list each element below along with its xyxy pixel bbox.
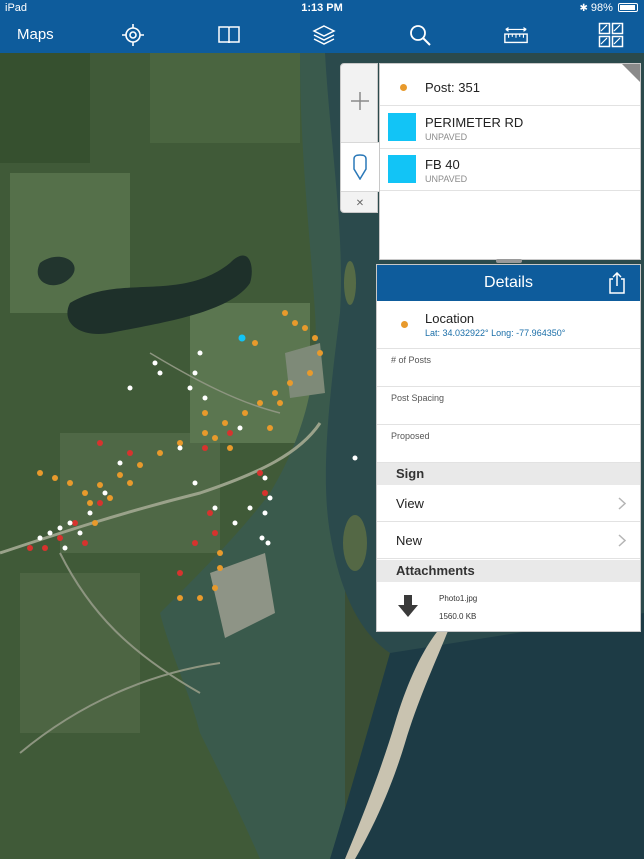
measure-icon[interactable] (503, 22, 529, 48)
identify-results-panel: Post: 351 PERIMETER RD UNPAVED FB 40 UNP… (379, 63, 641, 260)
search-icon[interactable] (407, 22, 433, 48)
location-label: Location (425, 311, 475, 326)
attachment-file-size: 1560.0 KB (439, 612, 477, 621)
battery-percent: 98% (590, 2, 613, 14)
attachment-file-name: Photo1.jpg (439, 594, 478, 603)
post-marker-icon (400, 84, 407, 91)
zoom-in-icon[interactable] (341, 74, 379, 128)
road-swatch-icon (388, 113, 416, 141)
details-panel: Details Location Lat: 34.032922° Long: -… (376, 264, 641, 632)
location-row[interactable]: Location Lat: 34.032922° Long: -77.96435… (377, 301, 640, 349)
field-proposed[interactable]: Proposed (377, 425, 640, 463)
field-label: Proposed (391, 431, 430, 441)
details-header: Details (377, 265, 640, 301)
road-swatch-icon (388, 155, 416, 183)
bluetooth-icon: ✱ (579, 3, 588, 14)
selected-location-marker (238, 334, 246, 342)
sign-view-row[interactable]: View (377, 485, 640, 522)
result-item[interactable]: Post: 351 (380, 64, 640, 106)
result-title: PERIMETER RD (425, 115, 524, 130)
section-title: Attachments (396, 563, 475, 578)
chevron-right-icon (618, 497, 627, 515)
close-icon[interactable]: ✕ (341, 194, 379, 212)
attachments-section-header: Attachments (377, 560, 640, 582)
share-icon[interactable] (608, 271, 626, 299)
result-item[interactable]: FB 40 UNPAVED (380, 149, 640, 191)
section-title: Sign (396, 466, 425, 481)
row-label: New (396, 533, 423, 548)
details-title: Details (484, 274, 533, 291)
panel-resize-handle[interactable] (496, 259, 522, 263)
sketch-marker-icon[interactable] (341, 142, 379, 192)
bookmarks-icon[interactable] (216, 22, 242, 48)
top-bar: iPad 1:13 PM ✱ 98% Maps (0, 0, 644, 53)
row-label: View (396, 496, 424, 511)
post-marker-icon (401, 321, 408, 328)
result-subtitle: UNPAVED (425, 174, 468, 184)
result-title: Post: 351 (425, 80, 480, 95)
result-title: FB 40 (425, 157, 460, 172)
field-post-spacing[interactable]: Post Spacing (377, 387, 640, 425)
result-item[interactable]: PERIMETER RD UNPAVED (380, 107, 640, 149)
location-coordinates: Lat: 34.032922° Long: -77.964350° (425, 328, 566, 338)
field-label: Post Spacing (391, 393, 445, 403)
map-tool-buttons: ✕ (340, 63, 379, 213)
status-bar: iPad 1:13 PM ✱ 98% (0, 0, 644, 17)
maps-button[interactable]: Maps (17, 26, 54, 43)
basemap-gallery-icon[interactable] (598, 22, 624, 48)
sign-section-header: Sign (377, 463, 640, 485)
attachment-item[interactable]: Photo1.jpg 1560.0 KB (377, 582, 640, 631)
status-time: 1:13 PM (301, 2, 343, 14)
result-subtitle: UNPAVED (425, 132, 468, 142)
sign-new-row[interactable]: New (377, 522, 640, 559)
download-arrow-icon[interactable] (397, 594, 419, 623)
chevron-right-icon (618, 534, 627, 552)
field-label: # of Posts (391, 355, 432, 365)
field-num-posts[interactable]: # of Posts (377, 349, 640, 387)
panel-corner-icon (622, 64, 640, 82)
battery-status: ✱ 98% (579, 2, 638, 14)
layers-icon[interactable] (311, 22, 337, 48)
locate-icon[interactable] (120, 22, 146, 48)
battery-icon (618, 3, 638, 12)
